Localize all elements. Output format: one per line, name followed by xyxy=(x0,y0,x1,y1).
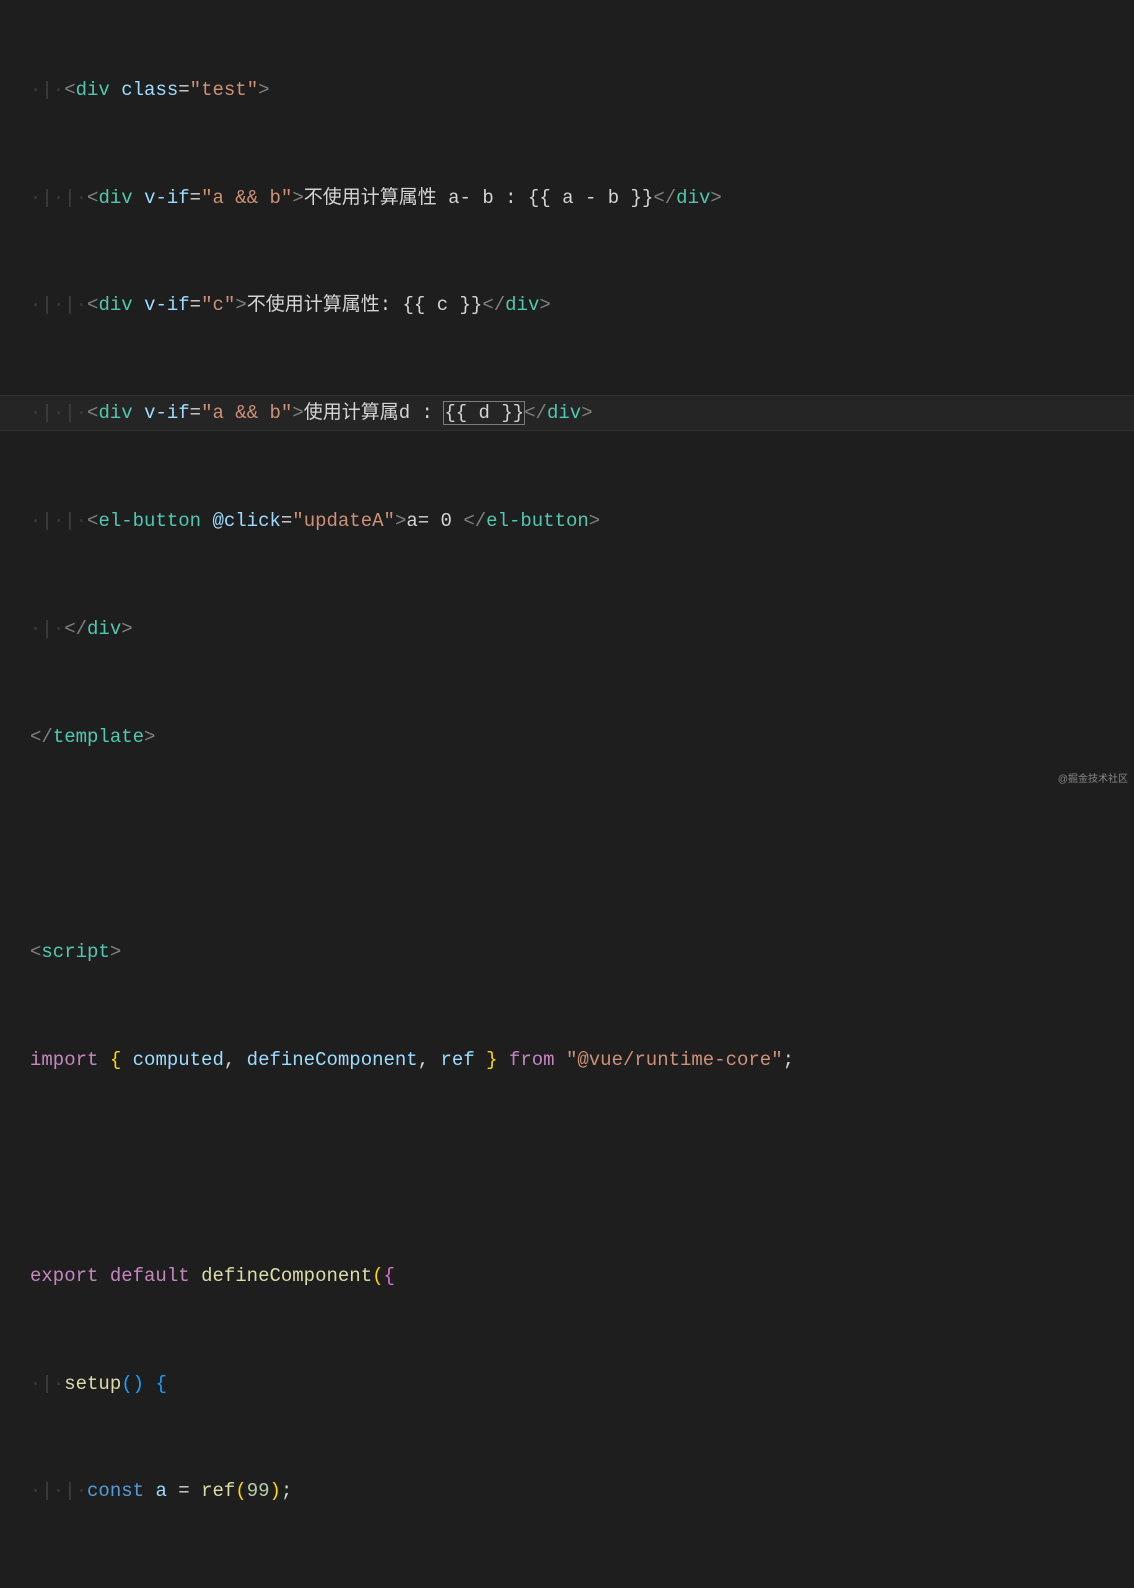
code-editor[interactable]: ·|·<div class="test"> ·|·|·<div v-if="a … xyxy=(0,0,1134,1588)
code-line: import { computed, defineComponent, ref … xyxy=(30,1042,1134,1078)
watermark: @掘金技术社区 xyxy=(1058,771,1128,790)
code-line: <script> xyxy=(30,934,1134,970)
code-line: ·|·|·const a = ref(99); xyxy=(30,1473,1134,1509)
code-line-active: ·|·|·<div v-if="a && b">使用计算属d : {{ d }}… xyxy=(0,395,1134,431)
code-line: ·|·|·<el-button @click="updateA">a= 0 </… xyxy=(30,503,1134,539)
code-line: </template> xyxy=(30,719,1134,755)
code-line-empty xyxy=(30,1150,1134,1186)
code-line: ·|·setup() { xyxy=(30,1366,1134,1402)
code-line: export default defineComponent({ xyxy=(30,1258,1134,1294)
code-line: ·|·<div class="test"> xyxy=(30,72,1134,108)
code-line: ·|·</div> xyxy=(30,611,1134,647)
code-line-empty xyxy=(30,827,1134,863)
selection-box: {{ d }} xyxy=(443,401,525,425)
code-line: ·|·|·const b = ref(11); xyxy=(30,1581,1134,1588)
code-line: ·|·|·<div v-if="a && b">不使用计算属性 a- b : {… xyxy=(30,180,1134,216)
code-line: ·|·|·<div v-if="c">不使用计算属性: {{ c }}</div… xyxy=(30,287,1134,323)
